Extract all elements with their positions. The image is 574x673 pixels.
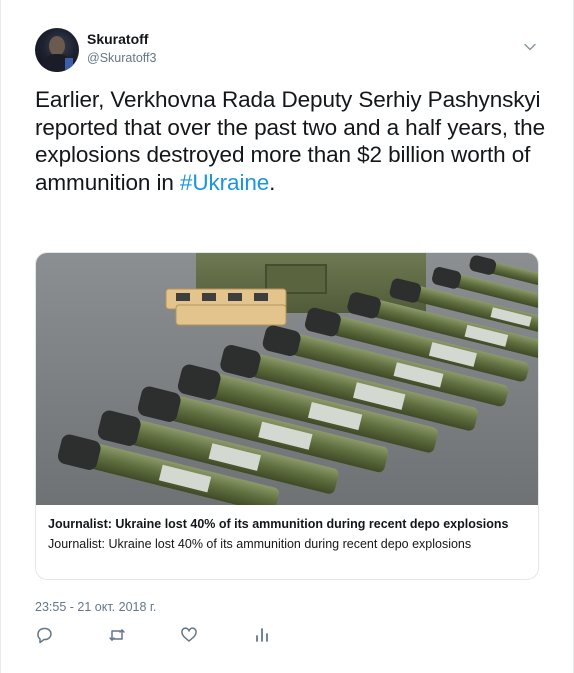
hashtag-link[interactable]: #Ukraine bbox=[180, 170, 269, 195]
tweet: Skuratoff @Skuratoff3 Earlier, Verkhovna… bbox=[0, 0, 574, 673]
card-image[interactable] bbox=[36, 253, 538, 505]
tweet-text: Earlier, Verkhovna Rada Deputy Serhiy Pa… bbox=[35, 86, 545, 196]
retweet-icon[interactable] bbox=[108, 626, 128, 646]
link-card[interactable]: Journalist: Ukraine lost 40% of its ammu… bbox=[35, 252, 539, 580]
tweet-text-body: Earlier, Verkhovna Rada Deputy Serhiy Pa… bbox=[35, 87, 546, 195]
reply-icon[interactable] bbox=[35, 626, 55, 646]
analytics-icon[interactable] bbox=[253, 626, 273, 646]
author-name[interactable]: Skuratoff bbox=[87, 31, 148, 47]
tweet-text-end: . bbox=[269, 169, 276, 195]
card-title[interactable]: Journalist: Ukraine lost 40% of its ammu… bbox=[48, 517, 528, 531]
card-description: Journalist: Ukraine lost 40% of its ammu… bbox=[48, 537, 472, 551]
heart-icon[interactable] bbox=[180, 626, 200, 646]
tweet-timestamp[interactable]: 23:55 - 21 окт. 2018 г. bbox=[35, 600, 156, 614]
chevron-down-icon[interactable] bbox=[523, 40, 537, 54]
author-handle[interactable]: @Skuratoff3 bbox=[87, 51, 156, 65]
avatar[interactable] bbox=[35, 28, 79, 72]
